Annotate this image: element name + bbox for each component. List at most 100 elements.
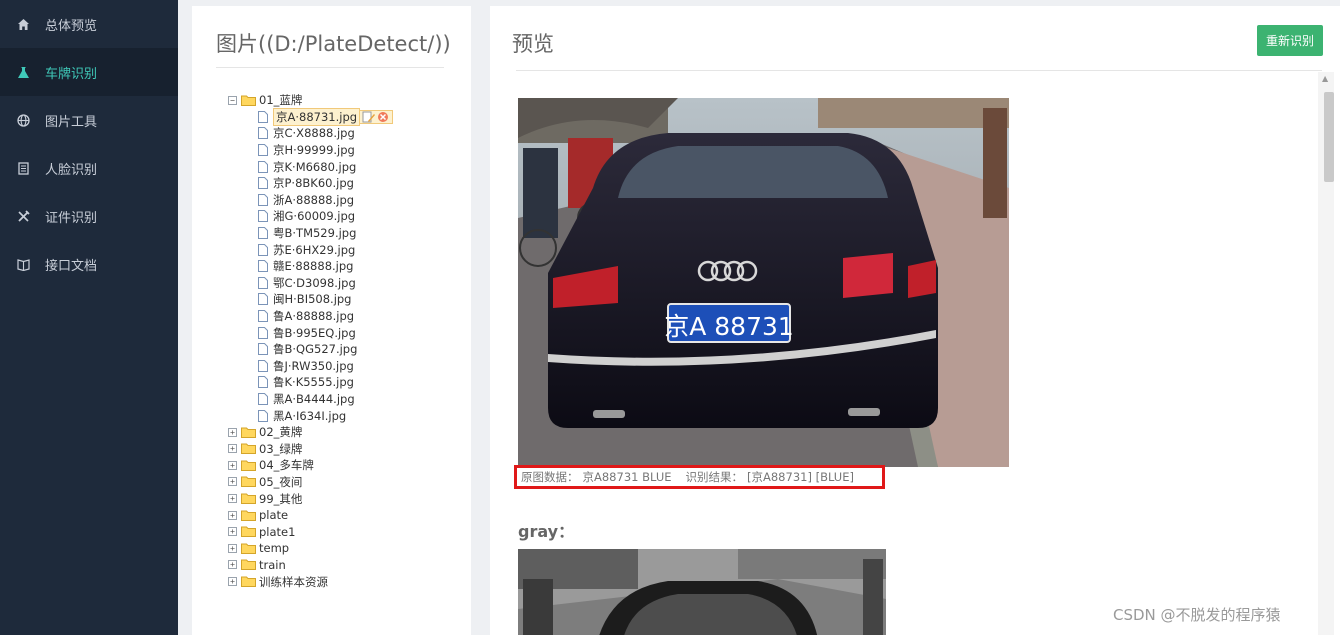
tree-file-item[interactable]: 赣E·88888.jpg (228, 258, 393, 275)
scrollbar[interactable]: ▲ (1318, 72, 1334, 635)
re-recognize-button[interactable]: 重新识别 (1257, 25, 1323, 56)
folder-label: 训练样本资源 (259, 574, 328, 589)
tree-file-item[interactable]: 京A·88731.jpg (228, 107, 394, 126)
file-icon (258, 343, 268, 356)
watermark: CSDN @不脱发的程序猿 (1113, 606, 1281, 624)
file-label: 湘G·60009.jpg (273, 209, 356, 224)
folder-icon (241, 559, 256, 571)
tree-folder-open[interactable]: − 01_蓝牌 (228, 92, 393, 109)
tree-file-item[interactable]: 鲁B·QG527.jpg (228, 341, 393, 358)
nav-item-api-docs[interactable]: 接口文档 (0, 240, 178, 288)
tree-file-item[interactable]: 黑A·I634I.jpg (228, 407, 393, 424)
remove-icon[interactable] (376, 111, 390, 123)
source-label: 原图数据： (521, 470, 579, 484)
tree-folder-item[interactable]: +04_多车牌 (228, 457, 393, 474)
tree-folder-item[interactable]: +03_绿牌 (228, 440, 393, 457)
collapse-toggle-icon[interactable]: − (228, 95, 237, 105)
tree-file-item[interactable]: 浙A·88888.jpg (228, 192, 393, 209)
expand-toggle-icon[interactable]: + (228, 543, 237, 553)
tree-file-item[interactable]: 鄂C·D3098.jpg (228, 275, 393, 292)
tree-folder-item[interactable]: + train (228, 557, 393, 574)
folder-icon (241, 476, 256, 488)
file-icon (258, 392, 268, 405)
license-plate-text: 京A 88731 (664, 312, 794, 341)
file-label: 鲁B·995EQ.jpg (273, 325, 356, 340)
expand-toggle-icon[interactable]: + (228, 444, 237, 454)
folder-label: plate (259, 508, 289, 523)
globe-icon (16, 113, 30, 127)
tree-file-item[interactable]: 粤B·TM529.jpg (228, 225, 393, 242)
tree-folder-item[interactable]: +05_夜间 (228, 474, 393, 491)
file-label: 赣E·88888.jpg (273, 259, 354, 274)
tree-folder-item[interactable]: + plate1 (228, 523, 393, 540)
tree-file-item[interactable]: 闽H·BI508.jpg (228, 291, 393, 308)
file-icon (258, 127, 268, 140)
file-icon (258, 376, 268, 389)
divider (516, 70, 1322, 71)
tree-folder-item[interactable]: + 训练样本资源 (228, 573, 393, 590)
file-label: 黑A·I634I.jpg (273, 408, 347, 423)
file-icon (258, 177, 268, 190)
folder-icon (241, 427, 256, 438)
file-icon (258, 359, 268, 372)
expand-toggle-icon[interactable]: + (228, 460, 237, 470)
file-label: 鲁K·K5555.jpg (273, 375, 354, 390)
folder-label: temp (259, 541, 290, 556)
file-panel: 图片((D:/PlateDetect/)) − 01_蓝牌 京A·88731.j… (192, 6, 471, 635)
tree-file-item[interactable]: 湘G·60009.jpg (228, 208, 393, 225)
expand-toggle-icon[interactable]: + (228, 577, 237, 587)
nav-item-overview[interactable]: 总体预览 (0, 0, 178, 48)
nav-item-face-recognition[interactable]: 人脸识别 (0, 144, 178, 192)
folder-list: +02_黄牌 +03_绿牌 +04_多车牌 +05_夜间 +99_其他 + plate + pl… (228, 424, 393, 590)
tree-file-item[interactable]: 京P·8BK60.jpg (228, 175, 393, 192)
tree-file-item[interactable]: 鲁J·RW350.jpg (228, 358, 393, 375)
folder-label: plate1 (259, 524, 296, 539)
folder-label: 01_蓝牌 (259, 93, 303, 108)
edit-icon[interactable] (362, 111, 376, 123)
nav-item-plate-recognition[interactable]: 车牌识别 (0, 48, 178, 96)
file-label: 闽H·BI508.jpg (273, 292, 352, 307)
tree-file-item[interactable]: 鲁B·995EQ.jpg (228, 324, 393, 341)
tree-file-item[interactable]: 京C·X8888.jpg (228, 125, 393, 142)
tree-folder-item[interactable]: +99_其他 (228, 490, 393, 507)
folder-icon (241, 526, 256, 538)
file-icon (258, 243, 268, 256)
nav-label: 图片工具 (45, 114, 98, 130)
nav-item-image-tools[interactable]: 图片工具 (0, 96, 178, 144)
folder-label: 99_其他 (259, 491, 303, 506)
file-actions (360, 109, 394, 124)
home-icon (16, 17, 30, 31)
expand-toggle-icon[interactable]: + (228, 427, 237, 437)
nav-item-id-recognition[interactable]: 证件识别 (0, 192, 178, 240)
tree-file-item[interactable]: 苏E·6HX29.jpg (228, 241, 393, 258)
file-label: 京P·8BK60.jpg (273, 176, 354, 191)
expand-toggle-icon[interactable]: + (228, 494, 237, 504)
tree-file-item[interactable]: 黑A·B4444.jpg (228, 391, 393, 408)
tree-file-item[interactable]: 鲁K·K5555.jpg (228, 374, 393, 391)
scroll-up-arrow-icon[interactable]: ▲ (1322, 74, 1328, 83)
folder-icon (241, 493, 256, 505)
file-label: 京H·99999.jpg (273, 143, 355, 158)
file-icon (258, 310, 268, 323)
tree-file-item[interactable]: 京K·M6680.jpg (228, 158, 393, 175)
file-label: 粤B·TM529.jpg (273, 226, 357, 241)
expand-toggle-icon[interactable]: + (228, 560, 237, 570)
preview-panel: 预览 重新识别 ▲ 京A 88731 原图数据： 京A88731 BLUE 识别… (490, 6, 1340, 635)
tree-file-item[interactable]: 鲁A·88888.jpg (228, 308, 393, 325)
tree-file-item[interactable]: 京H·99999.jpg (228, 142, 393, 159)
tree-folder-item[interactable]: +02_黄牌 (228, 424, 393, 441)
file-icon (258, 293, 268, 306)
file-label: 京A·88731.jpg (273, 107, 361, 126)
divider (216, 67, 444, 68)
tree-folder-item[interactable]: + temp (228, 540, 393, 557)
file-icon (258, 210, 268, 223)
expand-toggle-icon[interactable]: + (228, 510, 237, 520)
folder-icon (241, 576, 256, 588)
tree-folder-item[interactable]: + plate (228, 507, 393, 524)
expand-toggle-icon[interactable]: + (228, 477, 237, 487)
scroll-thumb[interactable] (1324, 92, 1334, 182)
preview-title: 预览 (512, 32, 554, 56)
expand-toggle-icon[interactable]: + (228, 527, 237, 537)
book-icon (16, 257, 30, 271)
folder-icon (241, 443, 256, 455)
